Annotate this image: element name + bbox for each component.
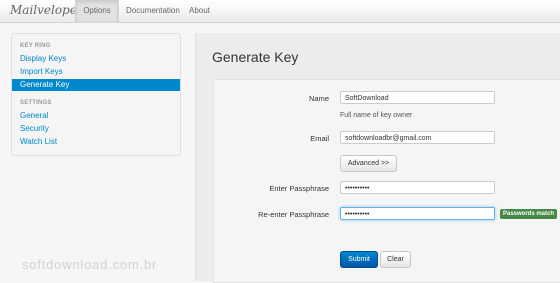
sidebar-item-watch-list[interactable]: Watch List: [12, 136, 180, 148]
generate-key-form: Name SoftDownload Full name of key owner…: [213, 79, 560, 283]
sidebar-header-settings: SETTINGS: [20, 100, 52, 106]
nav-tab-about[interactable]: About: [189, 0, 210, 22]
clear-button[interactable]: Clear: [380, 251, 411, 268]
passphrase-label: Enter Passphrase: [269, 184, 329, 193]
app-logo: Mailvelope: [10, 3, 77, 17]
sidebar-item-general[interactable]: General: [12, 110, 180, 122]
sidebar-item-generate-key[interactable]: Generate Key: [12, 79, 180, 91]
email-label: Email: [310, 134, 329, 143]
advanced-button[interactable]: Advanced >>: [340, 155, 397, 172]
sidebar-item-security[interactable]: Security: [12, 123, 180, 135]
sidebar: KEY RING Display Keys Import Keys Genera…: [11, 33, 181, 156]
name-field[interactable]: SoftDownload: [340, 91, 495, 104]
submit-button[interactable]: Submit: [340, 251, 378, 268]
nav-tab-documentation[interactable]: Documentation: [126, 0, 180, 22]
sidebar-item-display-keys[interactable]: Display Keys: [12, 53, 180, 65]
email-field[interactable]: softdownloadbr@gmail.com: [340, 131, 495, 144]
sidebar-item-import-keys[interactable]: Import Keys: [12, 66, 180, 78]
nav-tab-options[interactable]: Options: [75, 0, 119, 22]
name-help-text: Full name of key owner: [340, 112, 413, 119]
main-content: Generate Key Name SoftDownload Full name…: [195, 33, 560, 283]
top-navbar: Mailvelope Options Documentation About: [0, 0, 560, 23]
page-title: Generate Key: [212, 49, 299, 65]
passphrase-field[interactable]: ••••••••••: [340, 181, 495, 194]
reenter-passphrase-label: Re-enter Passphrase: [258, 210, 329, 219]
name-label: Name: [308, 94, 329, 103]
passwords-match-badge: Passwords match: [500, 209, 558, 219]
watermark-text: softdownload.com.br: [22, 257, 158, 272]
reenter-passphrase-field[interactable]: ••••••••••: [340, 207, 495, 220]
sidebar-header-key-ring: KEY RING: [20, 43, 51, 49]
